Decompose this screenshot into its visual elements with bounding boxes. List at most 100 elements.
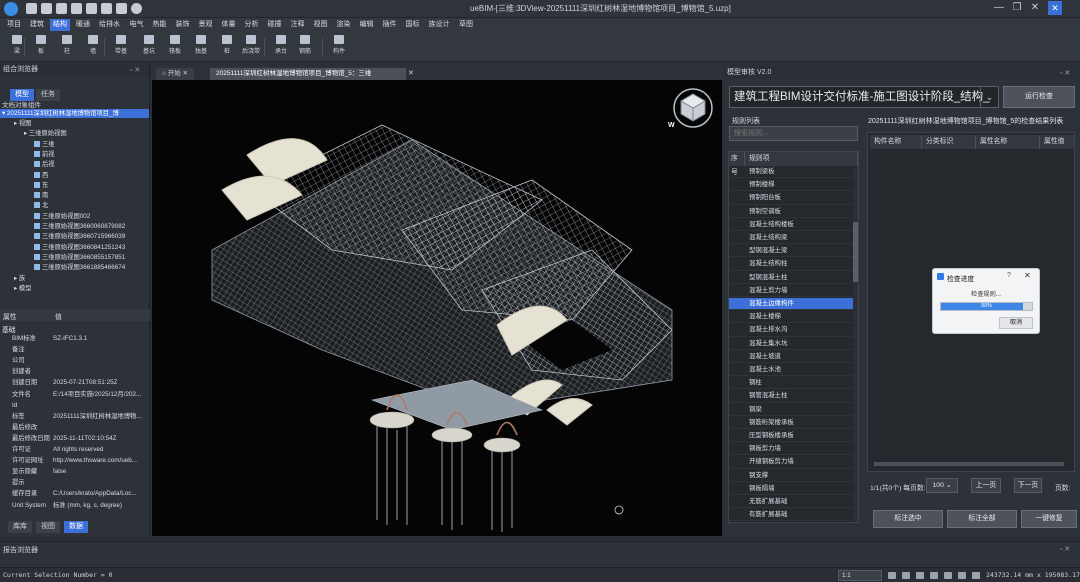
menu-item-12[interactable]: 注释 (288, 19, 308, 31)
rule-list-scrollbar[interactable] (853, 166, 858, 522)
rule-item[interactable]: 压型钢板楼承板 (729, 430, 853, 443)
property-row[interactable]: BIM标准 SZ-IFC1.3.1 (0, 334, 150, 345)
menu-item-13[interactable]: 视图 (311, 19, 331, 31)
tab-data[interactable]: 数据 (64, 521, 88, 533)
auto-fix-button[interactable]: 一键修复 (1021, 510, 1077, 528)
menu-item-8[interactable]: 景观 (196, 19, 216, 31)
menu-item-2[interactable]: 结构 (50, 19, 70, 31)
status-icon-7[interactable] (972, 572, 980, 579)
3d-viewport[interactable]: W (152, 80, 722, 536)
mark-all-button[interactable]: 标注全部 (947, 510, 1017, 528)
zoom-select[interactable]: 1:1 (838, 570, 882, 581)
tree-item[interactable]: 北 (0, 201, 48, 210)
tree-item[interactable]: ▸ 族 (0, 274, 25, 283)
menu-item-11[interactable]: 碰撞 (265, 19, 285, 31)
tree-item[interactable]: 前视 (0, 150, 55, 159)
menu-item-5[interactable]: 电气 (127, 19, 147, 31)
rule-item[interactable]: 型钢混凝土柱 (729, 272, 853, 284)
rule-item[interactable]: 钢筋桁架楼承板 (729, 417, 853, 430)
rule-item[interactable]: 混凝土结构楼板 (729, 219, 853, 232)
result-col-component[interactable]: 构件名称 (870, 135, 922, 149)
cancel-button[interactable]: 取消 (999, 317, 1033, 329)
next-page-button[interactable]: 下一页 (1014, 478, 1042, 493)
tree-item[interactable]: 南 (0, 191, 48, 200)
toolbar-button-12[interactable]: 构件 (326, 35, 352, 59)
property-row[interactable]: 标签 20251111深圳红树林湿地博物... (0, 412, 150, 423)
new-file-icon[interactable] (26, 3, 37, 14)
property-row[interactable]: 公司 (0, 356, 150, 367)
rule-item[interactable]: 钢支撑 (729, 470, 853, 482)
rule-item[interactable]: 混凝土坡道 (729, 351, 853, 364)
close-icon[interactable]: ✕ (1028, 2, 1042, 13)
tab-views[interactable]: 视图 (36, 521, 60, 533)
toolbar-button-5[interactable]: 基坑 (136, 35, 162, 59)
toolbar-button-6[interactable]: 筏板 (162, 35, 188, 59)
window-extra-close-icon[interactable]: ✕ (1048, 1, 1062, 15)
restore-icon[interactable]: ❐ (1010, 2, 1024, 13)
help-icon[interactable] (131, 3, 142, 14)
shirt-icon[interactable] (116, 3, 127, 14)
minimize-icon[interactable]: — (992, 2, 1006, 13)
toolbar-button-0[interactable]: 梁 (4, 35, 30, 59)
rule-item[interactable]: 混凝土边缘构件 (729, 298, 853, 311)
rule-item[interactable]: 钢板隔墙 (729, 483, 853, 496)
menu-item-10[interactable]: 分析 (242, 19, 262, 31)
tools-icon[interactable] (71, 3, 82, 14)
run-check-button[interactable]: 运行检查 (1003, 86, 1075, 108)
toolbar-button-8[interactable]: 桩 (214, 35, 240, 59)
rule-item[interactable]: 无筋扩展基础 (729, 496, 853, 509)
rule-list-scroll-thumb[interactable] (853, 222, 858, 282)
menu-item-1[interactable]: 建筑 (27, 19, 47, 31)
toolbar-button-1[interactable]: 板 (28, 35, 54, 59)
toolbar-button-7[interactable]: 独基 (188, 35, 214, 59)
report-close-icon[interactable]: ▫ ✕ (1060, 545, 1070, 553)
rule-item[interactable]: 有筋扩展基础 (729, 509, 853, 522)
toolbar-button-4[interactable]: 带基 (108, 35, 134, 59)
result-hscrollbar[interactable] (874, 462, 1064, 466)
toolbar-button-2[interactable]: 柱 (54, 35, 80, 59)
tree-item[interactable]: ▸ 模型 (0, 284, 32, 293)
property-row[interactable]: 缓存目录 C:/Users/krato/AppData/Loc... (0, 489, 150, 500)
monitor-icon[interactable] (101, 3, 112, 14)
tree-item[interactable]: ▸ 三维原始视图 (0, 129, 67, 138)
menu-item-16[interactable]: 插件 (380, 19, 400, 31)
rule-item[interactable]: 型钢混凝土梁 (729, 245, 853, 258)
view-cube[interactable]: W (668, 84, 716, 130)
mark-selected-button[interactable]: 标注选中 (873, 510, 943, 528)
tree-item[interactable]: 三维原始视图3660715966039 (0, 232, 125, 241)
property-row[interactable]: 最后修改日期 2025-11-11T02:10:54Z (0, 434, 150, 445)
status-icon-3[interactable] (916, 572, 924, 579)
property-row[interactable]: 备注 (0, 345, 150, 356)
rule-item[interactable]: 钢板剪力墙 (729, 443, 853, 456)
save-icon[interactable] (86, 3, 97, 14)
status-icon-5[interactable] (944, 572, 952, 579)
property-row[interactable]: Id (0, 401, 150, 412)
rule-item[interactable]: 混凝土水池 (729, 364, 853, 377)
rule-item[interactable]: 混凝土集水坑 (729, 338, 853, 350)
menu-item-19[interactable]: 草图 (456, 19, 476, 31)
audit-panel-close-icon[interactable]: ▫ ✕ (1060, 69, 1070, 77)
property-row[interactable]: Unit System 标准 (mm, kg, s, degree) (0, 501, 150, 512)
menu-item-0[interactable]: 项目 (4, 19, 24, 31)
help-icon[interactable]: ? (1007, 272, 1011, 279)
tree-item-project[interactable]: ▾ 20251111深圳红树林湿地博物馆项目_博 (0, 109, 149, 118)
rule-item[interactable]: 预制楼梯 (729, 179, 853, 192)
property-row[interactable]: 文件名 E:/14项目实施/2025/12月/202... (0, 390, 150, 401)
rule-item[interactable]: 混凝土楼梯 (729, 311, 853, 324)
tree-item[interactable]: 三维原始视图3660855157851 (0, 253, 125, 262)
result-col-category[interactable]: 分类标识 (922, 135, 976, 149)
dialog-close-icon[interactable]: ✕ (1024, 271, 1031, 280)
tab-start[interactable]: ⌂ 开始 ✕ (156, 68, 194, 80)
property-row[interactable]: 提示 (0, 478, 150, 489)
property-row[interactable]: 创建日期 2025-07-21T08:51:25Z (0, 378, 150, 389)
tab-close-icon[interactable]: ✕ (408, 69, 414, 77)
property-row[interactable]: 创建者 (0, 367, 150, 378)
result-col-attr-value[interactable]: 属性值 (1040, 135, 1074, 149)
toolbar-button-11[interactable]: 钢筋 (292, 35, 318, 59)
menu-item-18[interactable]: 族设计 (426, 19, 453, 31)
rule-item[interactable]: 钢柱 (729, 377, 853, 390)
tree-item[interactable]: 三维原始视图002 (0, 212, 90, 221)
prev-page-button[interactable]: 上一页 (971, 478, 1001, 493)
rule-search-input[interactable] (729, 126, 858, 141)
view-icon[interactable] (56, 3, 67, 14)
